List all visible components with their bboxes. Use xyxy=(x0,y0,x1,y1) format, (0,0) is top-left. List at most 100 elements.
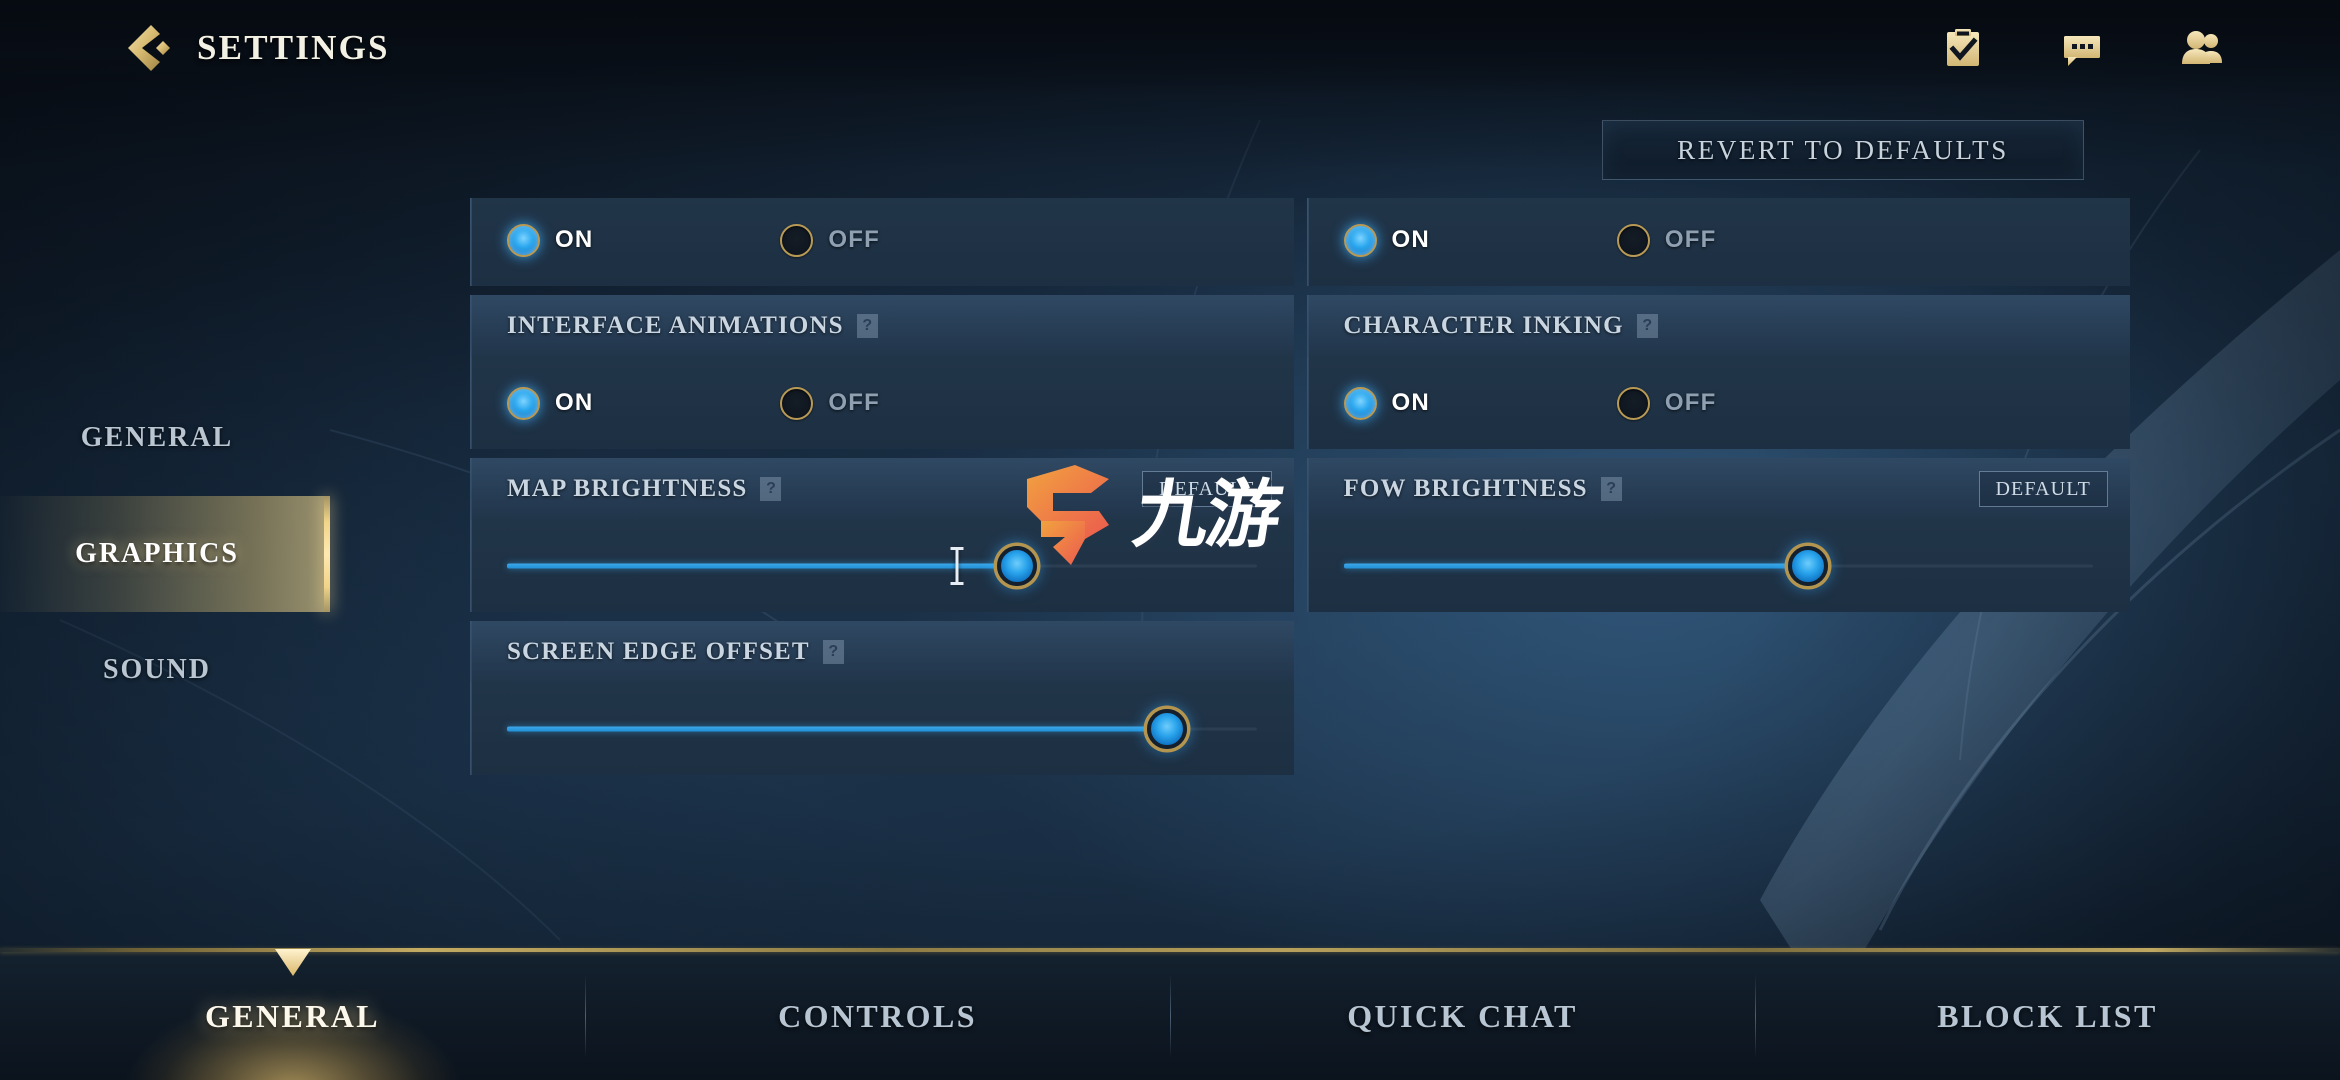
slider-default-tick xyxy=(950,547,964,585)
sidebar-item-label: GENERAL xyxy=(80,422,234,453)
setting-header: INTERFACE ANIMATIONS ? xyxy=(470,295,1294,357)
setting-controls xyxy=(470,520,1294,612)
help-icon[interactable]: ? xyxy=(856,314,878,338)
radio-label: ON xyxy=(555,226,594,253)
radio-option-off[interactable]: OFF xyxy=(780,386,880,420)
radio-indicator xyxy=(780,386,814,420)
radio-indicator xyxy=(507,386,540,420)
settings-column-right: ON OFF CHARACTER INKING ? ON OFF FOW BRI… xyxy=(1306,198,2131,938)
setting-screen-edge-offset: SCREEN EDGE OFFSET ? xyxy=(470,621,1294,775)
radio-indicator xyxy=(1343,386,1377,420)
map-brightness-slider[interactable] xyxy=(507,538,1257,594)
radio-label: OFF xyxy=(1664,389,1717,416)
radio-indicator xyxy=(1343,223,1377,257)
tab-block-list[interactable]: BLOCK LIST xyxy=(1755,952,2340,1080)
slider-knob[interactable] xyxy=(1146,709,1187,749)
radio-group: ON OFF xyxy=(1343,223,1717,257)
screen-edge-offset-slider[interactable] xyxy=(507,701,1257,757)
help-icon[interactable]: ? xyxy=(760,477,782,501)
radio-option-off[interactable]: OFF xyxy=(780,223,880,257)
radio-label: OFF xyxy=(828,389,880,416)
radio-label: OFF xyxy=(1664,226,1717,253)
slider-fill xyxy=(507,563,1017,569)
setting-header: CHARACTER INKING ? xyxy=(1306,295,2130,357)
sidebar-item-label: GRAPHICS xyxy=(75,538,239,569)
revert-to-defaults-label: REVERT TO DEFAULTS xyxy=(1677,134,2009,165)
chat-bubble-icon[interactable] xyxy=(2061,27,2103,69)
setting-controls xyxy=(1307,520,2131,612)
tab-label: BLOCK LIST xyxy=(1937,997,2158,1034)
fow-brightness-slider[interactable] xyxy=(1343,538,2093,594)
active-tab-chevron-icon xyxy=(271,949,315,979)
sidebar-item-graphics[interactable]: GRAPHICS xyxy=(0,496,330,612)
setting-map-brightness: MAP BRIGHTNESS ? DEFAULT xyxy=(470,458,1294,612)
friends-people-icon[interactable] xyxy=(2180,27,2222,69)
settings-screen: SETTINGS REVERT TO DEFAULTS GENERAL GRAP… xyxy=(0,0,2340,1080)
setting-controls xyxy=(470,683,1294,775)
settings-column-left: ON OFF INTERFACE ANIMATIONS ? ON OFF MAP… xyxy=(470,198,1294,938)
tab-label: CONTROLS xyxy=(778,997,977,1034)
tab-general[interactable]: GENERAL xyxy=(0,948,585,1080)
setting-controls: ON OFF xyxy=(1307,198,2131,286)
tab-quick-chat[interactable]: QUICK CHAT xyxy=(1170,952,1755,1080)
setting-character-inking: CHARACTER INKING ? ON OFF xyxy=(1306,295,2131,449)
radio-label: OFF xyxy=(828,226,880,253)
tab-label: QUICK CHAT xyxy=(1347,997,1578,1034)
radio-group: ON OFF xyxy=(507,386,880,420)
setting-clipped-toggle-left: ON OFF xyxy=(470,198,1294,286)
slider-knob[interactable] xyxy=(996,546,1037,586)
setting-fow-brightness: FOW BRIGHTNESS ? DEFAULT xyxy=(1306,458,2131,612)
setting-controls: ON OFF xyxy=(1307,357,2131,449)
settings-content-area: ON OFF INTERFACE ANIMATIONS ? ON OFF MAP… xyxy=(470,198,2130,938)
radio-option-on[interactable]: ON xyxy=(507,223,594,257)
radio-label: ON xyxy=(555,389,594,416)
tab-list: GENERAL CONTROLS QUICK CHAT BLOCK LIST xyxy=(0,948,2340,1080)
radio-indicator xyxy=(780,223,814,257)
setting-header: FOW BRIGHTNESS ? DEFAULT xyxy=(1306,458,2130,520)
radio-indicator xyxy=(1616,223,1650,257)
slider-fill xyxy=(507,726,1167,732)
setting-title: SCREEN EDGE OFFSET xyxy=(507,638,810,665)
setting-header: SCREEN EDGE OFFSET ? xyxy=(470,621,1294,683)
setting-controls: ON OFF xyxy=(470,198,1294,286)
sidebar-item-general[interactable]: GENERAL xyxy=(0,380,330,496)
settings-category-sidebar: GENERAL GRAPHICS SOUND xyxy=(0,380,330,728)
setting-title: INTERFACE ANIMATIONS xyxy=(507,312,844,339)
radio-option-off[interactable]: OFF xyxy=(1616,386,1717,420)
radio-group: ON OFF xyxy=(507,223,880,257)
slider-knob[interactable] xyxy=(1788,546,1829,586)
radio-option-on[interactable]: ON xyxy=(1343,223,1430,257)
revert-to-defaults-button[interactable]: REVERT TO DEFAULTS xyxy=(1602,120,2084,180)
help-icon[interactable]: ? xyxy=(1600,477,1622,501)
slider-fill xyxy=(1343,563,1809,569)
radio-indicator xyxy=(507,223,540,257)
page-title: SETTINGS xyxy=(197,28,390,67)
help-icon[interactable]: ? xyxy=(1636,314,1658,338)
radio-label: ON xyxy=(1391,389,1430,416)
sidebar-item-sound[interactable]: SOUND xyxy=(0,612,330,728)
radio-indicator xyxy=(1616,386,1650,420)
setting-title: MAP BRIGHTNESS xyxy=(507,475,748,502)
radio-option-on[interactable]: ON xyxy=(1343,386,1430,420)
header-icon-group xyxy=(1942,27,2222,69)
missions-clipboard-icon[interactable] xyxy=(1942,27,1984,69)
top-header-bar: SETTINGS xyxy=(0,0,2340,96)
default-button[interactable]: DEFAULT xyxy=(1142,471,1272,507)
tab-label: GENERAL xyxy=(204,997,381,1034)
radio-label: ON xyxy=(1391,226,1430,253)
back-chevron-icon xyxy=(125,22,171,74)
radio-option-off[interactable]: OFF xyxy=(1616,223,1717,257)
back-button[interactable]: SETTINGS xyxy=(125,22,390,74)
setting-interface-animations: INTERFACE ANIMATIONS ? ON OFF xyxy=(470,295,1294,449)
setting-title: CHARACTER INKING xyxy=(1343,312,1624,339)
help-icon[interactable]: ? xyxy=(822,640,844,664)
bottom-tab-bar: GENERAL CONTROLS QUICK CHAT BLOCK LIST xyxy=(0,948,2340,1080)
sidebar-item-label: SOUND xyxy=(102,654,211,685)
setting-header: MAP BRIGHTNESS ? DEFAULT xyxy=(470,458,1294,520)
setting-clipped-toggle-right: ON OFF xyxy=(1306,198,2131,286)
tab-controls[interactable]: CONTROLS xyxy=(585,952,1170,1080)
default-button[interactable]: DEFAULT xyxy=(1978,471,2108,507)
radio-option-on[interactable]: ON xyxy=(507,386,594,420)
setting-controls: ON OFF xyxy=(470,357,1294,449)
radio-group: ON OFF xyxy=(1343,386,1717,420)
